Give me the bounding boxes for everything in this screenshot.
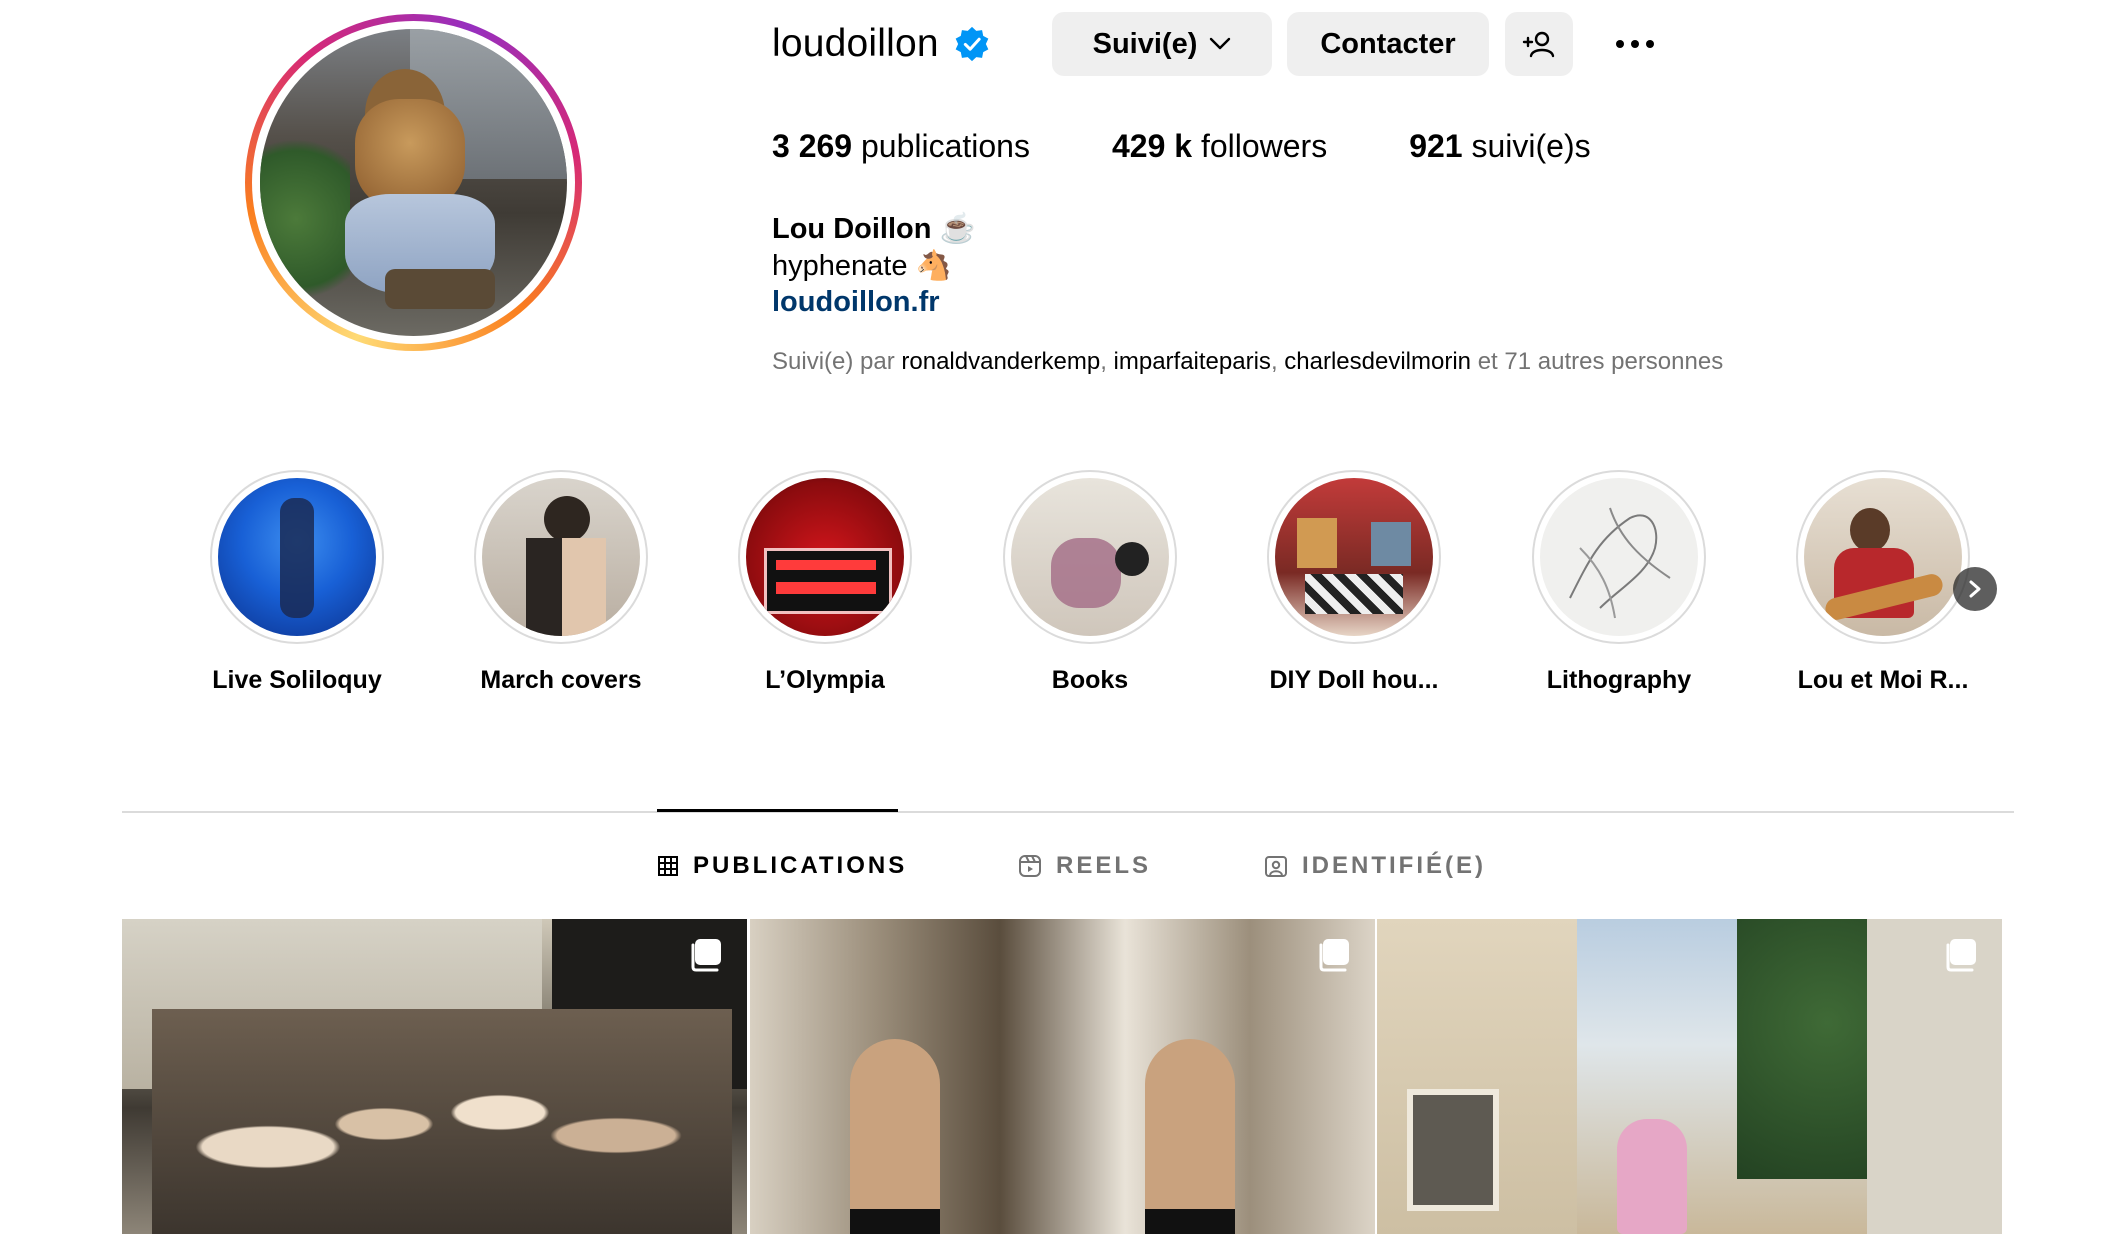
reels-icon bbox=[1019, 855, 1041, 877]
followed-by-account[interactable]: ronaldvanderkemp bbox=[901, 348, 1100, 375]
followed-by-separator: , bbox=[1270, 348, 1278, 375]
highlight-diy-doll-house[interactable]: DIY Doll hou... bbox=[1254, 470, 1454, 695]
grid-icon bbox=[658, 856, 678, 876]
stat-following[interactable]: 921 suivi(e)s bbox=[1409, 128, 1590, 165]
stat-value: 429 k bbox=[1111, 128, 1193, 164]
post-thumbnail[interactable] bbox=[1377, 919, 2002, 1234]
highlight-label: L’Olympia bbox=[765, 666, 885, 694]
post-thumbnail[interactable] bbox=[750, 919, 1375, 1234]
verified-badge-icon bbox=[955, 26, 989, 62]
stat-publications[interactable]: 3 269 publications bbox=[772, 128, 1030, 165]
followed-by[interactable]: Suivi(e) par ronaldvanderkemp, imparfait… bbox=[772, 348, 1723, 376]
website-link[interactable]: loudoillon.fr bbox=[772, 286, 940, 319]
stat-followers[interactable]: 429 k followers bbox=[1112, 128, 1327, 165]
active-tab-indicator bbox=[657, 809, 898, 812]
chevron-down-icon bbox=[1210, 37, 1231, 50]
tab-label: IDENTIFIÉ(E) bbox=[1302, 852, 1486, 879]
contact-button-label: Contacter bbox=[1320, 27, 1456, 60]
highlight-label: Live Soliloquy bbox=[212, 666, 382, 694]
following-button[interactable]: Suivi(e) bbox=[1052, 12, 1272, 76]
followed-by-separator: , bbox=[1100, 348, 1107, 375]
highlight-cover bbox=[1275, 478, 1433, 636]
tab-reels[interactable]: REELS bbox=[1018, 846, 1151, 886]
bio-text: hyphenate 🐴 bbox=[772, 250, 952, 282]
stat-label: followers bbox=[1200, 128, 1328, 164]
followed-by-prefix: Suivi(e) par bbox=[772, 348, 895, 375]
multiple-images-icon bbox=[1946, 939, 1976, 972]
profile-stats: 3 269 publications 429 k followers 921 s… bbox=[772, 128, 1673, 165]
multiple-images-icon bbox=[1319, 939, 1349, 972]
multiple-images-icon bbox=[691, 939, 721, 972]
stat-label: publications bbox=[860, 128, 1030, 164]
suggested-users-button[interactable] bbox=[1505, 12, 1573, 76]
highlight-label: Books bbox=[1051, 666, 1129, 694]
avatar bbox=[260, 29, 567, 336]
highlight-label: Lithography bbox=[1546, 666, 1692, 694]
tagged-icon bbox=[1265, 856, 1287, 877]
highlight-label: March covers bbox=[480, 666, 642, 694]
highlight-cover bbox=[746, 478, 904, 636]
contact-button[interactable]: Contacter bbox=[1287, 12, 1489, 76]
add-person-icon bbox=[1522, 31, 1555, 58]
profile-avatar-story-ring[interactable] bbox=[245, 14, 582, 351]
username-row: loudoillon bbox=[772, 12, 991, 76]
tab-publications[interactable]: PUBLICATIONS bbox=[657, 846, 907, 886]
highlight-cover bbox=[218, 478, 376, 636]
post-thumbnail[interactable] bbox=[122, 919, 747, 1234]
highlight-live-soliloquy[interactable]: Live Soliloquy bbox=[197, 470, 397, 695]
followed-by-account[interactable]: imparfaiteparis bbox=[1114, 348, 1271, 375]
highlight-cover bbox=[1011, 478, 1169, 636]
more-options-icon[interactable] bbox=[1602, 12, 1668, 76]
followed-by-account[interactable]: charlesdevilmorin bbox=[1284, 348, 1471, 375]
full-name: Lou Doillon ☕ bbox=[772, 213, 976, 245]
followed-by-suffix: et 71 autres personnes bbox=[1477, 348, 1724, 375]
highlight-books[interactable]: Books bbox=[990, 470, 1190, 695]
highlight-lithography[interactable]: Lithography bbox=[1519, 470, 1719, 695]
tab-label: REELS bbox=[1056, 852, 1152, 879]
highlight-cover bbox=[1804, 478, 1962, 636]
stat-value: 921 bbox=[1409, 128, 1463, 164]
highlights-next-icon[interactable] bbox=[1953, 567, 1997, 611]
tab-label: PUBLICATIONS bbox=[693, 852, 908, 879]
highlight-label: Lou et Moi R... bbox=[1797, 666, 1969, 694]
stat-label: suivi(e)s bbox=[1471, 128, 1591, 164]
highlight-label: DIY Doll hou... bbox=[1269, 666, 1439, 694]
highlight-olympia[interactable]: L’Olympia bbox=[725, 470, 925, 695]
stat-value: 3 269 bbox=[772, 128, 853, 164]
following-button-label: Suivi(e) bbox=[1092, 27, 1198, 60]
highlight-march-covers[interactable]: March covers bbox=[461, 470, 661, 695]
avatar-gap bbox=[252, 21, 575, 344]
highlight-cover bbox=[482, 478, 640, 636]
tab-tagged[interactable]: IDENTIFIÉ(E) bbox=[1264, 846, 1486, 886]
tab-divider bbox=[122, 811, 2014, 813]
username: loudoillon bbox=[772, 22, 939, 65]
highlight-cover bbox=[1540, 478, 1698, 636]
